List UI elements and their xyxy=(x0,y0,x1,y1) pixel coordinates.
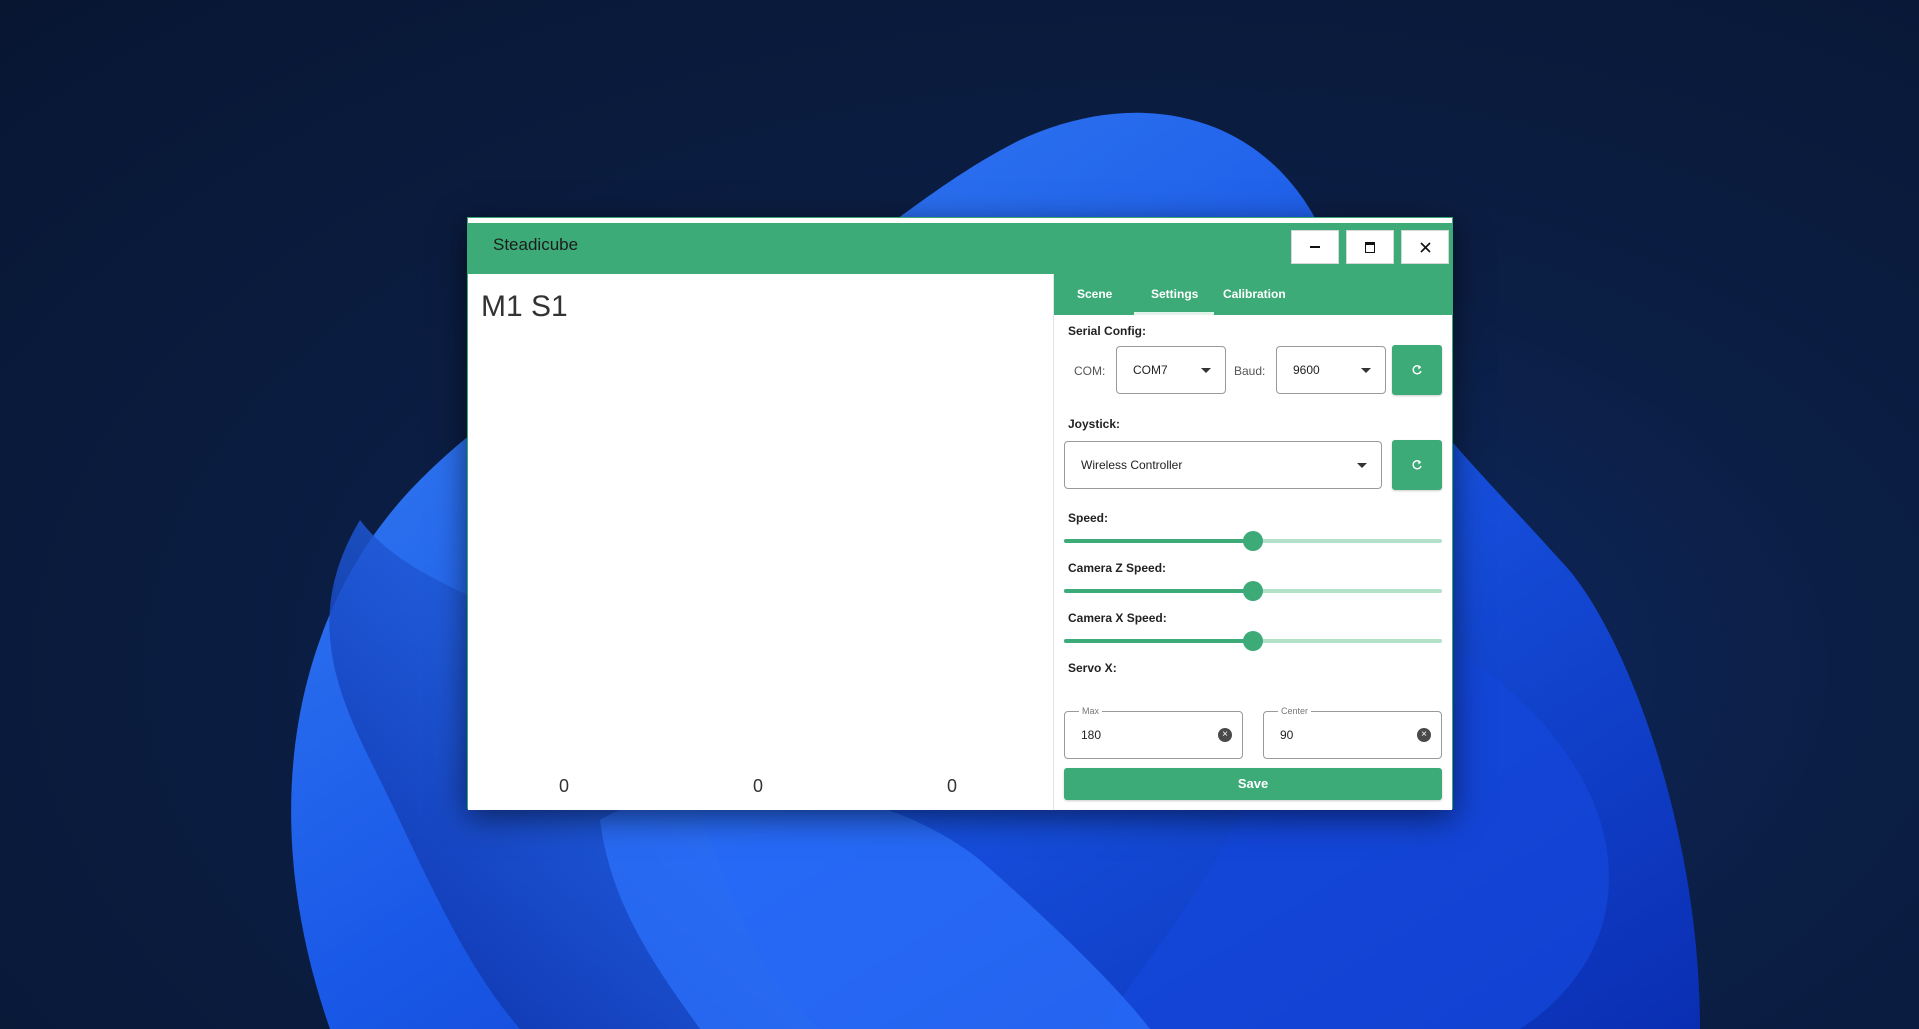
clear-icon[interactable]: × xyxy=(1218,728,1232,742)
baud-value: 9600 xyxy=(1293,363,1320,377)
joystick-heading: Joystick: xyxy=(1068,417,1121,431)
tab-calibration[interactable]: Calibration xyxy=(1223,287,1286,301)
speed-heading: Speed: xyxy=(1068,511,1109,525)
save-button[interactable]: Save xyxy=(1064,768,1442,800)
speed-slider[interactable] xyxy=(1064,531,1442,551)
motor-label: M1 S1 xyxy=(481,290,568,323)
joystick-value: Wireless Controller xyxy=(1081,458,1183,472)
max-legend: Max xyxy=(1079,706,1103,716)
app-window: Steadicube M1 S1 0 0 0 Scene Settings Ca… xyxy=(467,217,1453,810)
counter-3: 0 xyxy=(946,776,957,796)
close-icon xyxy=(1419,241,1431,253)
center-value: 90 xyxy=(1280,728,1294,742)
window-title: Steadicube xyxy=(493,235,579,254)
motor-status-panel: M1 S1 0 0 0 xyxy=(468,274,1054,810)
tab-bar: Scene Settings Calibration xyxy=(1054,274,1452,315)
refresh-icon xyxy=(1412,460,1422,470)
active-tab-indicator xyxy=(1134,312,1214,315)
com-label: COM: xyxy=(1074,364,1106,378)
refresh-joystick-button[interactable] xyxy=(1392,440,1442,490)
dropdown-caret-icon xyxy=(1201,368,1211,373)
servo-max-field[interactable]: Max 180 × xyxy=(1064,706,1243,759)
close-button[interactable] xyxy=(1401,230,1449,264)
maximize-button[interactable] xyxy=(1346,230,1394,264)
camera-x-speed-heading: Camera X Speed: xyxy=(1068,611,1167,625)
title-bar: Steadicube xyxy=(468,218,1452,274)
baud-select[interactable]: 9600 xyxy=(1276,346,1386,394)
maximize-icon xyxy=(1365,241,1375,253)
slider-fill xyxy=(1064,589,1253,593)
camera-z-speed-slider[interactable] xyxy=(1064,581,1442,601)
camera-z-speed-heading: Camera Z Speed: xyxy=(1068,561,1167,575)
baud-label: Baud: xyxy=(1234,364,1266,378)
slider-thumb[interactable] xyxy=(1243,531,1263,551)
com-value: COM7 xyxy=(1133,363,1168,377)
servo-x-heading: Servo X: xyxy=(1068,661,1117,675)
com-select[interactable]: COM7 xyxy=(1116,346,1226,394)
serial-config-heading: Serial Config: xyxy=(1068,324,1147,338)
settings-panel: Scene Settings Calibration Serial Config… xyxy=(1054,274,1452,810)
max-value: 180 xyxy=(1081,728,1102,742)
slider-fill xyxy=(1064,539,1253,543)
slider-fill xyxy=(1064,639,1253,643)
refresh-serial-button[interactable] xyxy=(1392,345,1442,395)
counter-2: 0 xyxy=(752,776,763,796)
tab-scene[interactable]: Scene xyxy=(1077,287,1112,301)
dropdown-caret-icon xyxy=(1361,368,1371,373)
joystick-select[interactable]: Wireless Controller xyxy=(1064,441,1382,489)
minimize-icon xyxy=(1310,246,1320,248)
clear-icon[interactable]: × xyxy=(1417,728,1431,742)
center-legend: Center xyxy=(1278,706,1312,716)
refresh-icon xyxy=(1412,365,1422,375)
slider-thumb[interactable] xyxy=(1243,631,1263,651)
minimize-button[interactable] xyxy=(1291,230,1339,264)
slider-thumb[interactable] xyxy=(1243,581,1263,601)
camera-x-speed-slider[interactable] xyxy=(1064,631,1442,651)
servo-center-field[interactable]: Center 90 × xyxy=(1263,706,1442,759)
dropdown-caret-icon xyxy=(1357,463,1367,468)
counter-1: 0 xyxy=(558,776,569,796)
tab-settings[interactable]: Settings xyxy=(1151,287,1198,301)
